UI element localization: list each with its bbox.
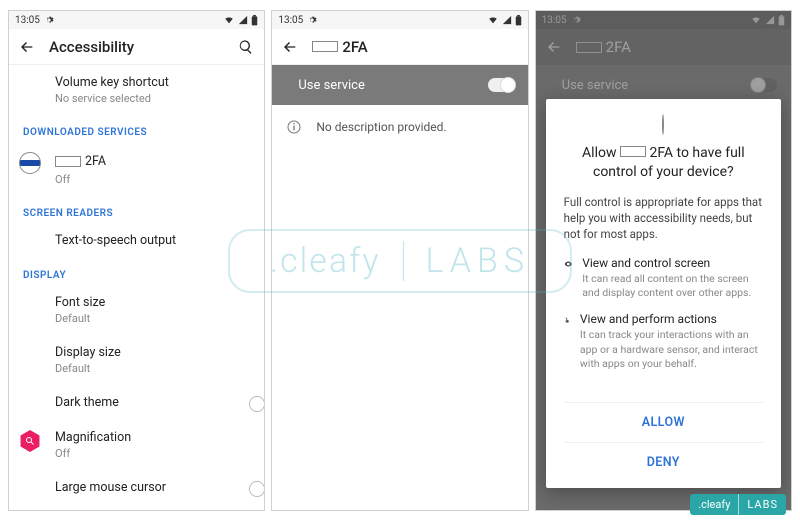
permission-perform-actions: View and perform actions It can track yo… xyxy=(564,312,763,371)
signal-icon xyxy=(502,15,512,25)
item-magnification[interactable]: Magnification Off xyxy=(9,420,264,470)
wifi-icon xyxy=(223,15,235,25)
description-row: No description provided. xyxy=(272,105,527,149)
tap-icon xyxy=(564,312,570,328)
toggle-use-service[interactable] xyxy=(488,78,514,92)
section-screen-readers: SCREEN READERS xyxy=(9,196,264,223)
permission-dialog: Allow 2FA to have full control of your d… xyxy=(546,99,781,488)
back-icon[interactable] xyxy=(19,39,35,55)
section-downloaded-services: DOWNLOADED SERVICES xyxy=(9,115,264,142)
redacted-box xyxy=(312,41,338,52)
search-icon[interactable] xyxy=(238,39,254,55)
phone-accessibility-settings: 13:05 Accessibility Volume key shortcut … xyxy=(8,10,265,511)
phone-permission-dialog: 13:05 2FA Use service Allow 2FA xyxy=(535,10,792,511)
item-display-size[interactable]: Display size Default xyxy=(9,335,264,385)
back-icon[interactable] xyxy=(282,39,298,55)
dialog-body: Full control is appropriate for apps tha… xyxy=(564,194,763,242)
magnification-icon xyxy=(19,430,41,452)
redacted-box xyxy=(55,156,81,167)
item-large-cursor[interactable]: Large mouse cursor xyxy=(9,470,264,505)
use-service-bar[interactable]: Use service xyxy=(272,65,527,105)
battery-icon xyxy=(251,15,258,26)
status-time: 13:05 xyxy=(15,15,40,26)
page-title: Accessibility xyxy=(49,38,224,56)
dialog-title: Allow 2FA to have full control of your d… xyxy=(564,144,763,182)
app-icon xyxy=(19,152,41,174)
app-bar: Accessibility xyxy=(9,29,264,65)
gear-icon xyxy=(307,15,317,25)
app-icon xyxy=(662,115,664,134)
item-remove-animations[interactable]: Remove animations xyxy=(9,505,264,510)
settings-list: Volume key shortcut No service selected … xyxy=(9,65,264,510)
item-2fa-service[interactable]: 2FA Off xyxy=(9,142,264,196)
item-text-to-speech[interactable]: Text-to-speech output xyxy=(9,223,264,258)
deny-button[interactable]: DENY xyxy=(564,443,763,482)
item-volume-key-shortcut[interactable]: Volume key shortcut No service selected xyxy=(9,65,264,115)
eye-icon xyxy=(564,256,573,272)
battery-icon xyxy=(515,15,522,26)
gear-icon xyxy=(44,15,54,25)
status-bar: 13:05 xyxy=(272,11,527,29)
status-time: 13:05 xyxy=(278,15,303,26)
item-font-size[interactable]: Font size Default xyxy=(9,285,264,335)
app-bar: 2FA xyxy=(272,29,527,65)
allow-button[interactable]: ALLOW xyxy=(564,403,763,442)
brand-badge: .cleafy LABS xyxy=(690,494,786,515)
phone-service-detail: 13:05 2FA Use service No description pro… xyxy=(271,10,528,511)
redacted-box xyxy=(620,146,646,157)
permission-view-control: View and control screen It can read all … xyxy=(564,256,763,300)
section-display: DISPLAY xyxy=(9,258,264,285)
page-title: 2FA xyxy=(312,38,517,56)
wifi-icon xyxy=(487,15,499,25)
info-icon xyxy=(286,119,302,135)
item-dark-theme[interactable]: Dark theme xyxy=(9,385,264,420)
status-bar: 13:05 xyxy=(9,11,264,29)
signal-icon xyxy=(238,15,248,25)
use-service-label: Use service xyxy=(298,78,365,93)
